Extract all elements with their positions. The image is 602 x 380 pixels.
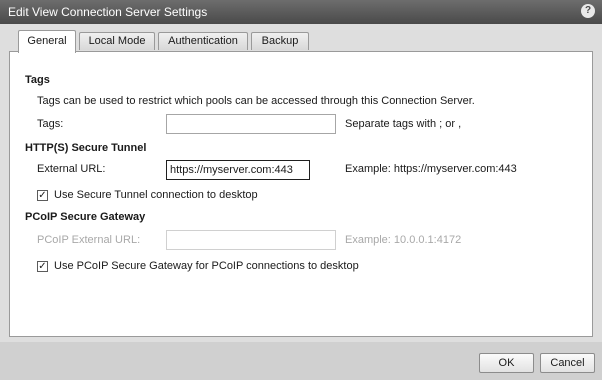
pcoip-gateway-checkbox[interactable]: ✓ bbox=[37, 261, 48, 272]
dialog-title: Edit View Connection Server Settings bbox=[8, 5, 208, 19]
tags-description: Tags can be used to restrict which pools… bbox=[37, 95, 475, 107]
tab-authentication[interactable]: Authentication bbox=[158, 32, 248, 50]
title-bar[interactable]: Edit View Connection Server Settings ? bbox=[0, 0, 602, 24]
secure-tunnel-section-title: HTTP(S) Secure Tunnel bbox=[25, 142, 147, 154]
general-tab-panel: Tags Tags can be used to restrict which … bbox=[9, 51, 593, 337]
tab-general[interactable]: General bbox=[18, 30, 76, 53]
external-url-label: External URL: bbox=[37, 163, 106, 175]
tab-backup[interactable]: Backup bbox=[251, 32, 309, 50]
question-icon[interactable]: ? bbox=[581, 4, 595, 18]
external-url-example: Example: https://myserver.com:443 bbox=[345, 163, 517, 175]
pcoip-section-title: PCoIP Secure Gateway bbox=[25, 211, 146, 223]
external-url-input[interactable] bbox=[166, 160, 310, 180]
dialog-footer: OK Cancel bbox=[0, 342, 602, 380]
tags-hint: Separate tags with ; or , bbox=[345, 118, 462, 130]
pcoip-gateway-checkbox-label[interactable]: Use PCoIP Secure Gateway for PCoIP conne… bbox=[54, 260, 359, 272]
pcoip-external-url-label: PCoIP External URL: bbox=[37, 234, 141, 246]
ok-button[interactable]: OK bbox=[479, 353, 534, 373]
tags-label: Tags: bbox=[37, 118, 64, 130]
secure-tunnel-checkbox[interactable]: ✓ bbox=[37, 190, 48, 201]
cancel-button[interactable]: Cancel bbox=[540, 353, 595, 373]
tags-input[interactable] bbox=[166, 114, 336, 134]
secure-tunnel-checkbox-label[interactable]: Use Secure Tunnel connection to desktop bbox=[54, 189, 258, 201]
edit-connection-server-dialog: Edit View Connection Server Settings ? G… bbox=[0, 0, 602, 380]
pcoip-external-url-example: Example: 10.0.0.1:4172 bbox=[345, 234, 462, 246]
pcoip-external-url-input[interactable] bbox=[166, 230, 336, 250]
tags-section-title: Tags bbox=[25, 74, 50, 86]
tab-local-mode[interactable]: Local Mode bbox=[79, 32, 155, 50]
